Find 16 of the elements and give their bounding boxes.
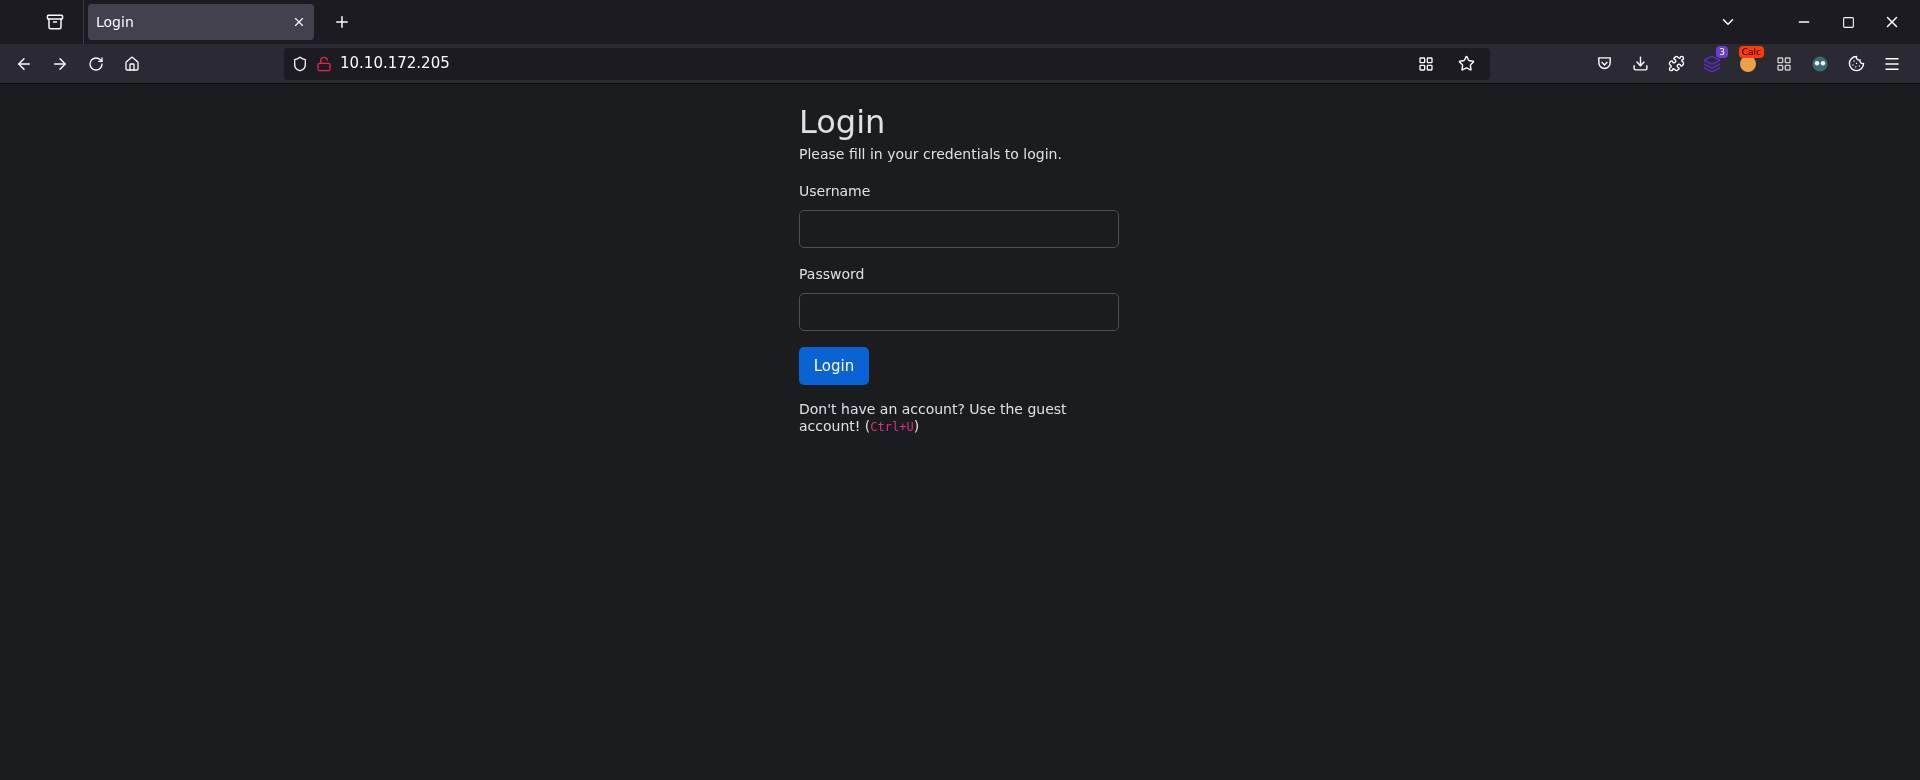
close-tab-icon[interactable] xyxy=(292,15,306,29)
page-title: Login xyxy=(799,102,886,142)
shield-icon[interactable] xyxy=(292,55,308,72)
page-subtitle: Please fill in your credentials to login. xyxy=(799,145,1062,164)
extension-badge: Calc xyxy=(1738,45,1764,58)
unlocked-icon[interactable] xyxy=(316,55,332,72)
field-label: Username xyxy=(799,182,871,201)
input-field[interactable] xyxy=(799,293,1119,331)
extension-badge: 3 xyxy=(1716,45,1728,58)
input-field[interactable] xyxy=(799,210,1119,248)
field-label: Password xyxy=(799,265,865,284)
browser-tab[interactable]: Login xyxy=(88,4,314,40)
address-bar[interactable]: 10.10.172.205 xyxy=(284,47,1490,80)
guest-account-note: Don't have an account? Use the guest account! (Ctrl+U) xyxy=(799,401,1068,436)
login-button[interactable]: Login xyxy=(799,347,869,385)
url-text[interactable]: 10.10.172.205 xyxy=(340,52,450,75)
